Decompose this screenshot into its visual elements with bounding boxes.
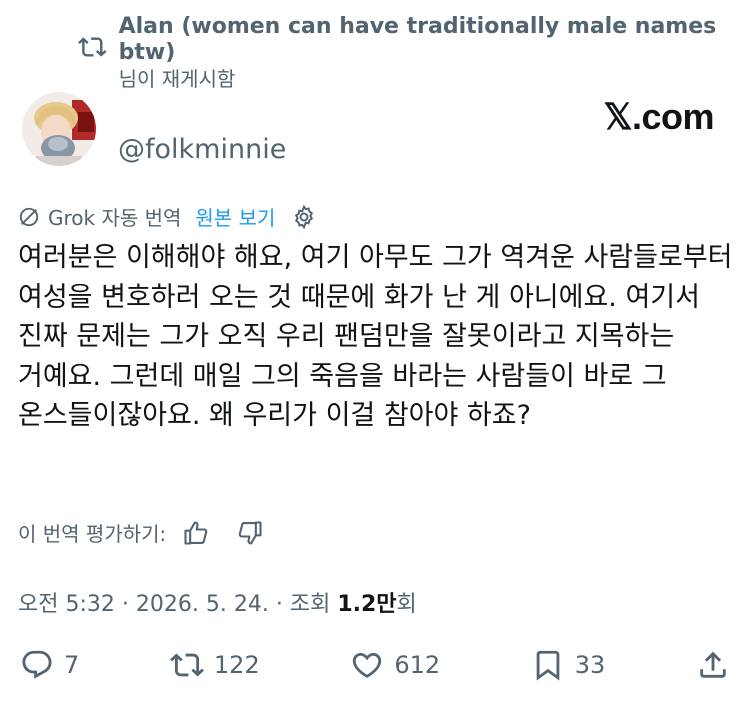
reposter-name[interactable]: Alan (women can have traditionally male …: [119, 14, 750, 66]
translation-row: Grok 자동 번역 원본 보기: [18, 202, 317, 231]
repost-count: 122: [213, 651, 260, 679]
tweet-time[interactable]: 오전 5:32: [18, 592, 115, 617]
repost-icon: [78, 37, 107, 57]
repost-icon: [170, 653, 204, 677]
like-button[interactable]: 612: [350, 648, 440, 682]
translation-label: Grok 자동 번역: [48, 206, 182, 230]
grok-icon: [19, 207, 39, 226]
repost-header[interactable]: Alan (women can have traditionally male …: [78, 14, 750, 92]
like-count: 612: [394, 651, 441, 679]
repost-suffix: 님이 재게시함: [118, 67, 236, 91]
reply-count: 7: [64, 651, 80, 679]
repost-button[interactable]: 122: [170, 648, 260, 682]
action-bar: 7 122 612 33: [20, 648, 730, 682]
reply-button[interactable]: 7: [20, 648, 79, 682]
tweet-meta: 오전 5:32 · 2026. 5. 24. · 조회 1.2만회: [18, 592, 417, 617]
rate-label: 이 번역 평가하기:: [18, 522, 167, 546]
view-original-link[interactable]: 원본 보기: [195, 202, 275, 231]
gear-icon[interactable]: [291, 204, 317, 230]
thumbs-up-icon[interactable]: [182, 519, 210, 547]
views-suffix: 회: [396, 592, 417, 617]
rate-translation-row: 이 번역 평가하기:: [18, 518, 264, 547]
tweet-date[interactable]: 2026. 5. 24.: [136, 592, 269, 617]
bookmark-count: 33: [574, 651, 606, 679]
avatar-image: [22, 92, 96, 166]
bookmark-button[interactable]: 33: [531, 648, 606, 682]
share-icon: [700, 651, 726, 678]
tweet-text: 여러분은 이해해야 해요, 여기 아무도 그가 역겨운 사람들로부터 여성을 변…: [18, 242, 733, 431]
reply-icon: [22, 650, 52, 679]
author-handle[interactable]: @folkminnie: [118, 134, 286, 165]
views-prefix: 조회: [289, 592, 331, 617]
views-count: 1.2만: [337, 592, 397, 617]
heart-icon: [353, 652, 382, 678]
avatar[interactable]: [22, 92, 96, 166]
thumbs-down-icon[interactable]: [236, 519, 264, 547]
watermark: 𝕏.com: [603, 96, 714, 137]
bookmark-icon: [536, 650, 560, 681]
share-button[interactable]: [696, 648, 730, 682]
